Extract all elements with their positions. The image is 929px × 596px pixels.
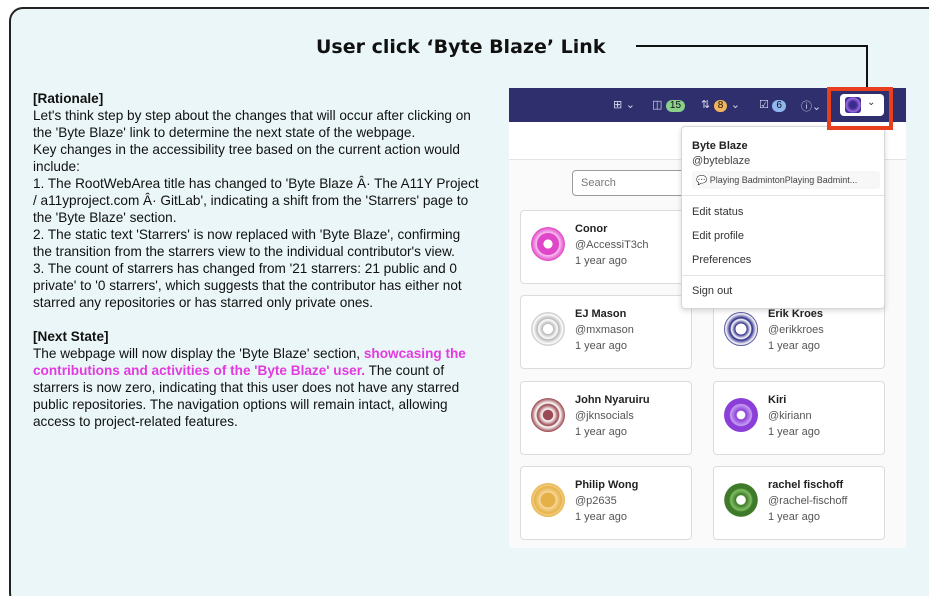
new-item-plus-icon[interactable]: ⊞ ⌄ [613, 98, 635, 112]
issues-count-badge: 8 [713, 100, 728, 112]
starrer-handle: @AccessiT3ch [575, 239, 649, 251]
dropdown-divider [682, 195, 884, 196]
rationale-paragraph: 2. The static text 'Starrers' is now rep… [33, 227, 461, 259]
starrer-name[interactable]: Philip Wong [575, 479, 638, 491]
next-state-text: The webpage will now display the 'Byte B… [33, 345, 479, 430]
starrer-name[interactable]: rachel fischoff [768, 479, 843, 491]
starrer-name[interactable]: EJ Mason [575, 308, 626, 320]
avatar [531, 312, 565, 346]
avatar [724, 312, 758, 346]
starrer-handle: @p2635 [575, 495, 617, 507]
search-placeholder: Search [581, 177, 616, 189]
starrer-time: 1 year ago [575, 426, 627, 438]
starrer-time: 1 year ago [768, 426, 820, 438]
menu-item-preferences[interactable]: Preferences [692, 254, 751, 266]
starrer-time: 1 year ago [575, 340, 627, 352]
pointer-arrow-line [636, 45, 868, 47]
menu-item-sign-out[interactable]: Sign out [692, 285, 732, 297]
starrer-time: 1 year ago [575, 255, 627, 267]
starrer-card[interactable]: John Nyaruiru @jknsocials 1 year ago [520, 381, 692, 455]
gitlab-screenshot: ⊞ ⌄ ◫ 15 ⇅ 8 ⌄ ☑ 6 ⓘ⌄ ⌄ Search Conor @Ac… [509, 88, 906, 548]
starrer-name[interactable]: John Nyaruiru [575, 394, 650, 406]
next-state-title: [Next State] [33, 329, 109, 344]
avatar [531, 483, 565, 517]
starrer-card[interactable]: Kiri @kiriann 1 year ago [713, 381, 885, 455]
user-dropdown-menu: Byte Blaze @byteblaze 💬 Playing Badminto… [681, 126, 885, 309]
action-headline: User click ‘Byte Blaze’ Link [316, 36, 606, 58]
starrer-time: 1 year ago [575, 511, 627, 523]
starrer-handle: @erikkroes [768, 324, 824, 336]
rationale-paragraph: Let's think step by step about the chang… [33, 108, 471, 140]
todo-count-badge: 6 [772, 100, 786, 112]
menu-item-edit-status[interactable]: Edit status [692, 206, 743, 218]
starrer-card[interactable]: Philip Wong @p2635 1 year ago [520, 466, 692, 540]
merge-requests-button[interactable]: ◫ 15 [652, 98, 686, 112]
rationale-title: [Rationale] [33, 91, 104, 106]
issues-icon: ⇅ [701, 98, 711, 111]
rationale-paragraph: Key changes in the accessibility tree ba… [33, 142, 460, 174]
chevron-down-icon: ⌄ [730, 98, 740, 111]
dropdown-divider [682, 275, 884, 276]
starrer-name[interactable]: Erik Kroes [768, 308, 823, 320]
todo-button[interactable]: ☑ 6 [759, 98, 786, 112]
avatar [531, 398, 565, 432]
click-target-highlight [827, 87, 893, 130]
avatar [531, 227, 565, 261]
starrer-handle: @mxmason [575, 324, 634, 336]
dropdown-user-status: 💬 Playing BadmintonPlaying Badmint... [692, 171, 880, 189]
starrer-name[interactable]: Kiri [768, 394, 786, 406]
avatar [724, 483, 758, 517]
avatar [724, 398, 758, 432]
starrer-card[interactable]: Conor @AccessiT3ch 1 year ago [520, 210, 692, 284]
starrer-handle: @rachel-fischoff [768, 495, 848, 507]
rationale-text: [Rationale] Let's think step by step abo… [33, 90, 479, 430]
dropdown-user-handle: @byteblaze [692, 155, 751, 167]
menu-item-edit-profile[interactable]: Edit profile [692, 230, 744, 242]
starrer-time: 1 year ago [768, 340, 820, 352]
issues-button[interactable]: ⇅ 8 ⌄ [701, 98, 740, 112]
starrer-card[interactable]: EJ Mason @mxmason 1 year ago [520, 295, 692, 369]
next-state-intro: The webpage will now display the 'Byte B… [33, 346, 361, 361]
help-icon[interactable]: ⓘ⌄ [801, 98, 821, 113]
starrer-time: 1 year ago [768, 511, 820, 523]
merge-request-icon: ◫ [652, 98, 663, 111]
rationale-paragraph: 3. The count of starrers has changed fro… [33, 261, 462, 310]
starrer-handle: @jknsocials [575, 410, 634, 422]
starrer-card[interactable]: rachel fischoff @rachel-fischoff 1 year … [713, 466, 885, 540]
todo-check-icon: ☑ [759, 98, 769, 111]
merge-requests-count-badge: 15 [665, 100, 686, 112]
rationale-paragraph: 1. The RootWebArea title has changed to … [33, 176, 479, 225]
starrer-name[interactable]: Conor [575, 223, 607, 235]
starrer-handle: @kiriann [768, 410, 812, 422]
dropdown-user-name-link[interactable]: Byte Blaze [692, 140, 748, 152]
